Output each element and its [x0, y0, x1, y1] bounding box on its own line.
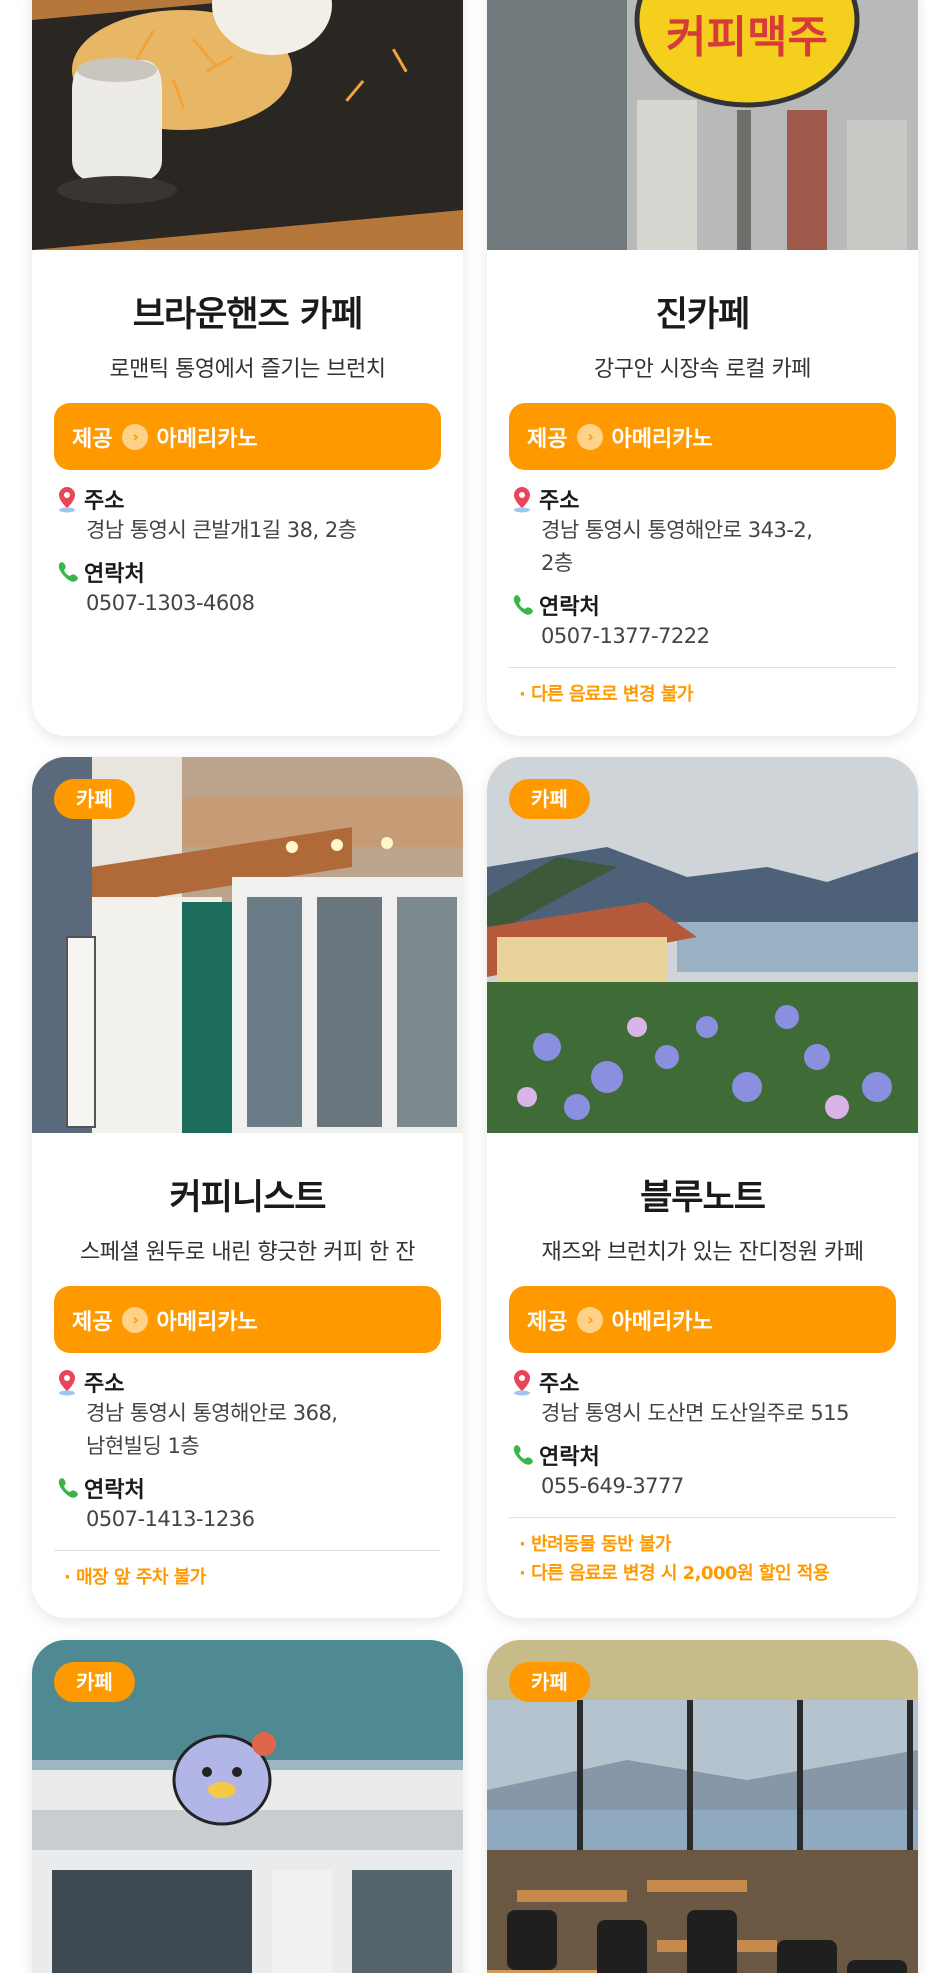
offer-item: 아메리카노	[156, 426, 258, 452]
offer-bar: 제공 › 아메리카노	[54, 403, 441, 470]
notes-list: · 다른 음료로 변경 불가	[509, 668, 896, 709]
address-line: 남현빌딩 1층	[86, 1434, 200, 1458]
offer-item: 아메리카노	[611, 426, 713, 452]
note-item: · 반려동물 동반 불가	[519, 1534, 672, 1555]
phone-number[interactable]: 0507-1413-1236	[54, 1503, 441, 1536]
phone-label: 연락처	[84, 1478, 145, 1503]
cafe-card-6[interactable]: 카페	[487, 1640, 918, 1973]
address-line: 경남 통영시 큰발개1길 38, 2층	[86, 518, 357, 542]
cafe-photo: 커피맥주	[487, 0, 918, 250]
cafe-photo: 카페	[32, 1640, 463, 1973]
phone-icon	[58, 562, 78, 582]
phone-icon	[58, 1478, 78, 1498]
cafe-description: 로맨틱 통영에서 즐기는 브런치	[109, 357, 386, 382]
cafe-card-5[interactable]: 카페	[32, 1640, 463, 1973]
cafe-card-coffeenist[interactable]: 카페 커피니스트 스페셜 원두로 내린 향긋한 커피 한 잔 제공 › 아메리카…	[32, 757, 463, 1618]
phone-number[interactable]: 055-649-3777	[509, 1470, 896, 1503]
notes-list: · 반려동물 동반 불가 · 다른 음료로 변경 시 2,000원 할인 적용	[509, 1518, 896, 1588]
address-line: 경남 통영시 통영해안로 368,	[86, 1401, 338, 1425]
address-label: 주소	[539, 489, 580, 514]
cafe-photo	[32, 0, 463, 250]
note-item: · 다른 음료로 변경 불가	[519, 684, 693, 705]
cafe-name: 브라운핸즈 카페	[132, 295, 364, 335]
cafe-name: 블루노트	[640, 1178, 766, 1218]
phone-number[interactable]: 0507-1377-7222	[509, 620, 896, 653]
sign-text: 커피맥주	[666, 12, 828, 63]
category-badge: 카페	[54, 1662, 135, 1702]
cafe-photo: 카페	[487, 757, 918, 1133]
cafe-name: 커피니스트	[169, 1178, 326, 1218]
location-pin-icon	[59, 1370, 75, 1396]
offer-prefix: 제공	[527, 426, 568, 452]
category-badge: 카페	[509, 779, 590, 819]
category-badge: 카페	[509, 1662, 590, 1702]
offer-bar: 제공 › 아메리카노	[54, 1286, 441, 1353]
notes-list: · 매장 앞 주차 불가	[54, 1551, 441, 1592]
category-badge: 카페	[54, 779, 135, 819]
phone-icon	[513, 595, 533, 615]
chevron-right-icon: ›	[577, 1306, 604, 1333]
offer-prefix: 제공	[72, 1309, 113, 1335]
offer-item: 아메리카노	[611, 1309, 713, 1335]
location-pin-icon	[59, 487, 75, 513]
offer-item: 아메리카노	[156, 1309, 258, 1335]
phone-label: 연락처	[84, 562, 145, 587]
note-item: · 매장 앞 주차 불가	[64, 1567, 206, 1588]
location-pin-icon	[514, 1370, 530, 1396]
address-label: 주소	[84, 1372, 125, 1397]
cafe-photo: 카페	[487, 1640, 918, 1973]
cafe-description: 강구안 시장속 로컬 카페	[594, 357, 811, 382]
phone-number[interactable]: 0507-1303-4608	[54, 587, 441, 620]
cafe-card-brownhands[interactable]: 브라운핸즈 카페 로맨틱 통영에서 즐기는 브런치 제공 › 아메리카노 주소 …	[32, 0, 463, 736]
chevron-right-icon: ›	[577, 423, 604, 450]
cafe-card-bluenote[interactable]: 카페 블루노트 재즈와 브런치가 있는 잔디정원 카페 제공 › 아메리카노 주…	[487, 757, 918, 1618]
cafe-photo: 카페	[32, 757, 463, 1133]
offer-bar: 제공 › 아메리카노	[509, 1286, 896, 1353]
address-line: 2층	[541, 551, 573, 575]
cafe-description: 스페셜 원두로 내린 향긋한 커피 한 잔	[79, 1240, 416, 1265]
chevron-right-icon: ›	[122, 423, 149, 450]
cafe-description: 재즈와 브런치가 있는 잔디정원 카페	[541, 1240, 864, 1265]
address-label: 주소	[539, 1372, 580, 1397]
chevron-right-icon: ›	[122, 1306, 149, 1333]
offer-bar: 제공 › 아메리카노	[509, 403, 896, 470]
address-line: 경남 통영시 통영해안로 343-2,	[541, 518, 813, 542]
phone-icon	[513, 1445, 533, 1465]
offer-prefix: 제공	[527, 1309, 568, 1335]
address-line: 경남 통영시 도산면 도산일주로 515	[541, 1401, 849, 1425]
cafe-name: 진카페	[655, 295, 751, 335]
offer-prefix: 제공	[72, 426, 113, 452]
phone-label: 연락처	[539, 1445, 600, 1470]
note-item: · 다른 음료로 변경 시 2,000원 할인 적용	[519, 1563, 829, 1584]
address-label: 주소	[84, 489, 125, 514]
phone-label: 연락처	[539, 595, 600, 620]
cafe-card-jin[interactable]: 커피맥주 진카페 강구안 시장속 로컬 카페 제공 › 아메리카노 주소 경남 …	[487, 0, 918, 736]
location-pin-icon	[514, 487, 530, 513]
